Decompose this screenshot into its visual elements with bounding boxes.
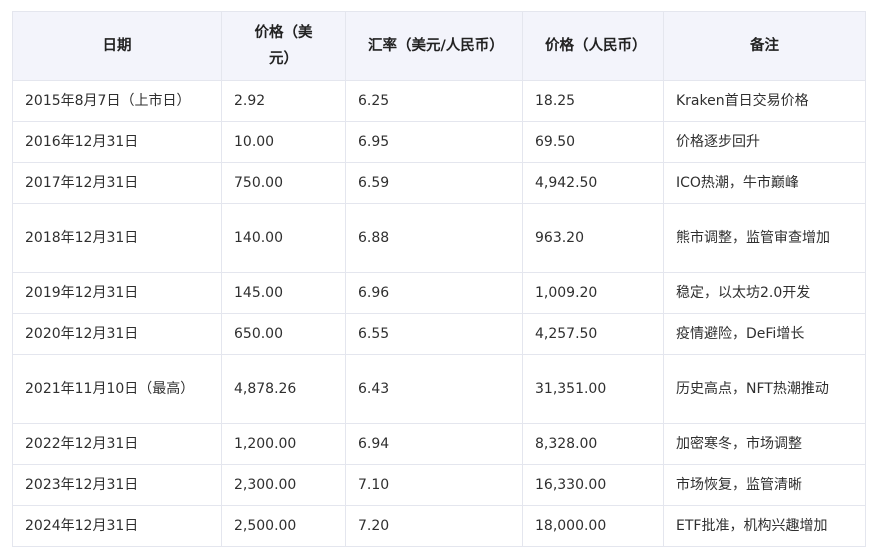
cell-price-cny: 69.50 — [522, 121, 664, 163]
cell-exchange-rate: 6.25 — [345, 80, 523, 122]
cell-note: 熊市调整，监管审查增加 — [663, 203, 866, 273]
table-row: 2022年12月31日 1,200.00 6.94 8,328.00 加密寒冬，… — [12, 423, 866, 465]
table-row: 2020年12月31日 650.00 6.55 4,257.50 疫情避险，De… — [12, 313, 866, 355]
price-table-container: 日期 价格（美元） 汇率（美元/人民币） 价格（人民币） 备注 2015年8月7… — [12, 11, 866, 547]
table-body: 2015年8月7日（上市日） 2.92 6.25 18.25 Kraken首日交… — [12, 80, 866, 547]
cell-exchange-rate: 7.10 — [345, 464, 523, 506]
cell-price-cny: 18.25 — [522, 80, 664, 122]
table-row: 2018年12月31日 140.00 6.88 963.20 熊市调整，监管审查… — [12, 203, 866, 273]
cell-price-cny: 8,328.00 — [522, 423, 664, 465]
cell-date: 2022年12月31日 — [12, 423, 222, 465]
header-exchange-rate: 汇率（美元/人民币） — [345, 11, 523, 81]
cell-price-usd: 750.00 — [221, 162, 346, 204]
cell-price-usd: 1,200.00 — [221, 423, 346, 465]
cell-note: ICO热潮，牛市巅峰 — [663, 162, 866, 204]
cell-price-cny: 4,942.50 — [522, 162, 664, 204]
cell-price-usd: 4,878.26 — [221, 354, 346, 424]
header-price-usd: 价格（美元） — [221, 11, 346, 81]
cell-price-cny: 18,000.00 — [522, 505, 664, 547]
cell-date: 2017年12月31日 — [12, 162, 222, 204]
cell-price-cny: 31,351.00 — [522, 354, 664, 424]
header-note: 备注 — [663, 11, 866, 81]
table-header: 日期 价格（美元） 汇率（美元/人民币） 价格（人民币） 备注 — [12, 11, 866, 81]
cell-price-usd: 145.00 — [221, 272, 346, 314]
cell-price-usd: 140.00 — [221, 203, 346, 273]
cell-date: 2019年12月31日 — [12, 272, 222, 314]
cell-price-cny: 963.20 — [522, 203, 664, 273]
cell-exchange-rate: 6.94 — [345, 423, 523, 465]
table-row: 2023年12月31日 2,300.00 7.10 16,330.00 市场恢复… — [12, 464, 866, 506]
cell-price-usd: 10.00 — [221, 121, 346, 163]
cell-date: 2024年12月31日 — [12, 505, 222, 547]
cell-exchange-rate: 6.88 — [345, 203, 523, 273]
header-date: 日期 — [12, 11, 222, 81]
table-row: 2015年8月7日（上市日） 2.92 6.25 18.25 Kraken首日交… — [12, 80, 866, 122]
cell-exchange-rate: 6.55 — [345, 313, 523, 355]
header-price-cny: 价格（人民币） — [522, 11, 664, 81]
cell-date: 2018年12月31日 — [12, 203, 222, 273]
cell-date: 2023年12月31日 — [12, 464, 222, 506]
cell-date: 2020年12月31日 — [12, 313, 222, 355]
cell-note: 历史高点，NFT热潮推动 — [663, 354, 866, 424]
cell-exchange-rate: 6.95 — [345, 121, 523, 163]
cell-price-cny: 4,257.50 — [522, 313, 664, 355]
cell-exchange-rate: 7.20 — [345, 505, 523, 547]
table-row: 2017年12月31日 750.00 6.59 4,942.50 ICO热潮，牛… — [12, 162, 866, 204]
cell-date: 2015年8月7日（上市日） — [12, 80, 222, 122]
cell-note: 价格逐步回升 — [663, 121, 866, 163]
cell-exchange-rate: 6.43 — [345, 354, 523, 424]
cell-note: 市场恢复，监管清晰 — [663, 464, 866, 506]
cell-price-cny: 16,330.00 — [522, 464, 664, 506]
cell-note: 稳定，以太坊2.0开发 — [663, 272, 866, 314]
cell-note: 加密寒冬，市场调整 — [663, 423, 866, 465]
cell-price-cny: 1,009.20 — [522, 272, 664, 314]
cell-date: 2016年12月31日 — [12, 121, 222, 163]
table-row: 2024年12月31日 2,500.00 7.20 18,000.00 ETF批… — [12, 505, 866, 547]
cell-exchange-rate: 6.59 — [345, 162, 523, 204]
cell-price-usd: 650.00 — [221, 313, 346, 355]
cell-price-usd: 2.92 — [221, 80, 346, 122]
price-history-table: 日期 价格（美元） 汇率（美元/人民币） 价格（人民币） 备注 2015年8月7… — [12, 11, 866, 547]
cell-note: ETF批准，机构兴趣增加 — [663, 505, 866, 547]
cell-note: 疫情避险，DeFi增长 — [663, 313, 866, 355]
table-row: 2016年12月31日 10.00 6.95 69.50 价格逐步回升 — [12, 121, 866, 163]
table-row: 2021年11月10日（最高） 4,878.26 6.43 31,351.00 … — [12, 354, 866, 424]
cell-note: Kraken首日交易价格 — [663, 80, 866, 122]
cell-exchange-rate: 6.96 — [345, 272, 523, 314]
header-row: 日期 价格（美元） 汇率（美元/人民币） 价格（人民币） 备注 — [12, 11, 866, 81]
cell-price-usd: 2,300.00 — [221, 464, 346, 506]
cell-date: 2021年11月10日（最高） — [12, 354, 222, 424]
cell-price-usd: 2,500.00 — [221, 505, 346, 547]
table-row: 2019年12月31日 145.00 6.96 1,009.20 稳定，以太坊2… — [12, 272, 866, 314]
